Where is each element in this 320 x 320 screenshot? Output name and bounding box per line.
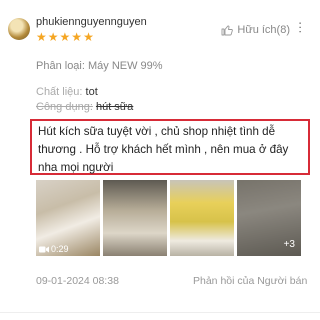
review-photo-more[interactable]: +3 [237, 180, 301, 256]
more-photos-overlay: +3 [237, 180, 301, 256]
review-media-strip: 0:29 +3 [36, 180, 301, 256]
star-icon: ★ [83, 30, 94, 44]
avatar[interactable] [8, 18, 30, 40]
usage-value: hút sữa [95, 101, 134, 113]
usage-row: Công dụng: hút sữa [36, 101, 133, 113]
review-text-highlight: Hút kích sữa tuyệt vời , chủ shop nhiệt … [30, 119, 310, 175]
review-photo[interactable] [103, 180, 167, 256]
star-icon: ★ [59, 30, 71, 44]
divider [0, 312, 320, 313]
helpful-count-label: Hữu ích(8) [237, 24, 290, 36]
usage-key: Công dụng: [36, 101, 93, 113]
more-photos-count: +3 [283, 239, 295, 250]
rating-stars: ★ ★ ★ ★ ★ [36, 31, 94, 43]
thumbs-up-icon [221, 25, 234, 36]
seller-reply-link[interactable]: Phản hồi của Người bán [193, 275, 307, 287]
reviewer-username[interactable]: phukiennguyennguyen [36, 16, 147, 28]
star-icon: ★ [36, 30, 47, 44]
review-text: Hút kích sữa tuyệt vời , chủ shop nhiệt … [38, 125, 289, 174]
review-photo[interactable] [170, 180, 234, 256]
video-camera-icon [39, 246, 49, 253]
star-icon: ★ [71, 30, 83, 44]
material-key: Chất liệu: [36, 86, 83, 98]
video-duration: 0:29 [51, 244, 69, 254]
helpful-button[interactable]: Hữu ích(8) [221, 24, 290, 36]
star-icon: ★ [47, 30, 59, 44]
material-row: Chất liệu: tot [36, 86, 98, 98]
more-options-icon[interactable]: ⋯ [293, 21, 308, 34]
material-value: tot [85, 86, 98, 98]
variant-label: Phân loại: Máy NEW 99% [36, 60, 163, 72]
review-date: 09-01-2024 08:38 [36, 275, 119, 287]
review-video-thumbnail[interactable]: 0:29 [36, 180, 100, 256]
